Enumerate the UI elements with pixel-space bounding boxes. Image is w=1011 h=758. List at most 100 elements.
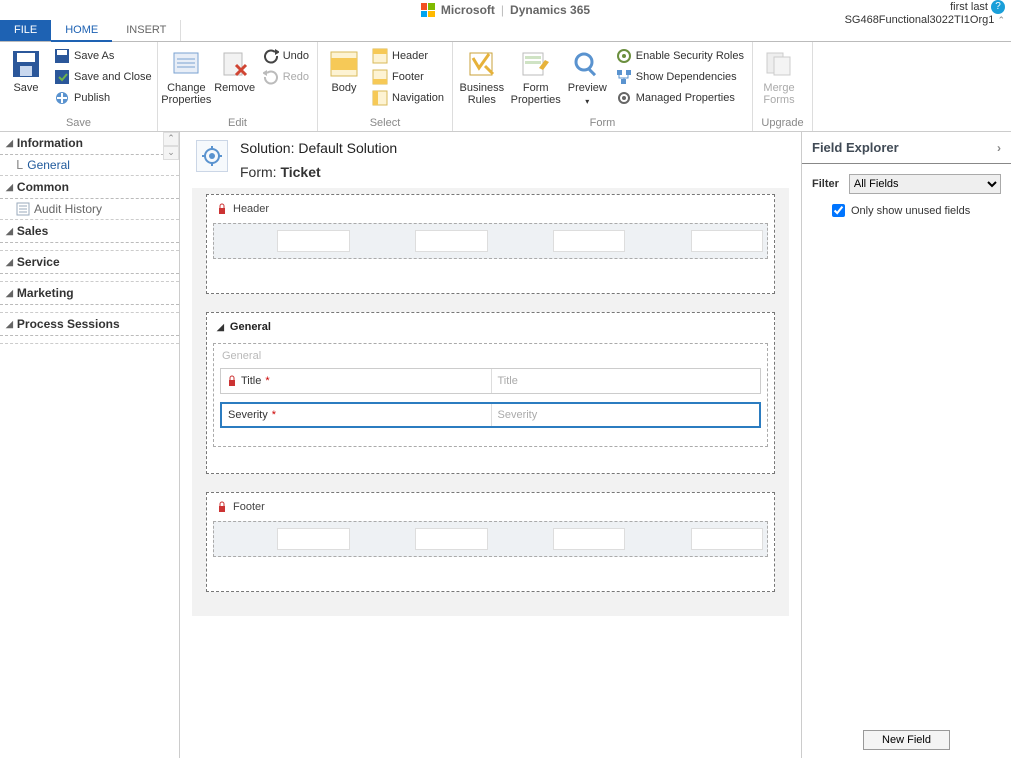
lock-icon xyxy=(217,203,227,215)
group-label-save: Save xyxy=(6,117,151,131)
tab-insert[interactable]: INSERT xyxy=(112,20,181,41)
form-footer-section[interactable]: Footer xyxy=(206,492,775,592)
form-properties-icon xyxy=(520,48,552,80)
scroll-down-icon[interactable]: ⌄ xyxy=(163,146,179,160)
publish-icon xyxy=(54,90,70,106)
org-name: SG468Functional3022TI1Org1 xyxy=(845,14,995,26)
save-close-icon xyxy=(54,69,70,85)
audit-icon xyxy=(16,202,30,216)
unused-fields-label: Only show unused fields xyxy=(851,205,970,217)
security-icon xyxy=(616,48,632,64)
solution-name: Default Solution xyxy=(298,140,397,156)
required-icon: * xyxy=(272,409,276,421)
tab-file[interactable]: FILE xyxy=(0,20,51,41)
publish-button[interactable]: Publish xyxy=(52,88,154,108)
form-canvas: Solution: Default Solution Form: Ticket … xyxy=(180,132,801,758)
header-icon xyxy=(372,48,388,64)
microsoft-logo-icon xyxy=(421,3,435,17)
remove-button[interactable]: Remove xyxy=(215,46,255,96)
nav-section-process-sessions[interactable]: ◢Process Sessions xyxy=(0,313,179,336)
brand-product: Dynamics 365 xyxy=(510,3,590,17)
field-title[interactable]: Title* Title xyxy=(220,368,761,394)
subsection-label: General xyxy=(220,348,761,368)
undo-button[interactable]: Undo xyxy=(261,46,311,66)
enable-security-roles-button[interactable]: Enable Security Roles xyxy=(614,46,746,66)
gear-icon xyxy=(616,90,632,106)
preview-icon xyxy=(571,48,603,80)
form-label: Form: xyxy=(240,164,277,180)
filter-label: Filter xyxy=(812,178,839,190)
header-button[interactable]: Header xyxy=(370,46,446,66)
save-icon xyxy=(10,48,42,80)
collapse-icon: ◢ xyxy=(6,182,13,193)
collapse-icon: ◢ xyxy=(6,319,13,330)
collapse-icon: ◢ xyxy=(6,138,13,149)
remove-icon xyxy=(219,48,251,80)
nav-section-marketing[interactable]: ◢Marketing xyxy=(0,282,179,305)
preview-button[interactable]: Preview▾ xyxy=(567,46,608,110)
nav-section-information[interactable]: ◢Information xyxy=(0,132,179,155)
user-name: first last xyxy=(950,1,988,13)
group-label-upgrade: Upgrade xyxy=(759,117,806,131)
unused-fields-checkbox[interactable] xyxy=(832,204,845,217)
merge-forms-button[interactable]: Merge Forms xyxy=(759,46,799,108)
save-and-close-button[interactable]: Save and Close xyxy=(52,67,154,87)
group-label-select: Select xyxy=(324,117,446,131)
nav-item-audit-history[interactable]: Audit History xyxy=(0,199,179,220)
solution-label: Solution: xyxy=(240,140,294,156)
managed-properties-button[interactable]: Managed Properties xyxy=(614,88,746,108)
redo-icon xyxy=(263,69,279,85)
change-properties-button[interactable]: Change Properties xyxy=(164,46,209,108)
collapse-icon: ◢ xyxy=(6,288,13,299)
show-dependencies-button[interactable]: Show Dependencies xyxy=(614,67,746,87)
dropdown-icon: ▾ xyxy=(585,96,589,108)
undo-icon xyxy=(263,48,279,64)
title-input[interactable]: Title xyxy=(491,369,761,393)
ribbon: Save Save As Save and Close Publish Save… xyxy=(0,42,1011,132)
help-icon[interactable]: ? xyxy=(991,0,1005,14)
title-bar: Microsoft | Dynamics 365 first last? SG4… xyxy=(0,0,1011,20)
filter-select[interactable]: All Fields xyxy=(849,174,1001,194)
workspace: ⌃⌄ ◢Information LGeneral ◢Common Audit H… xyxy=(0,132,1011,758)
navigation-button[interactable]: Navigation xyxy=(370,88,446,108)
form-header-section[interactable]: Header xyxy=(206,194,775,294)
save-as-button[interactable]: Save As xyxy=(52,46,154,66)
form-gear-icon xyxy=(196,140,228,172)
field-explorer-title: Field Explorer xyxy=(812,140,899,155)
org-chevron-icon[interactable]: ⌃ xyxy=(997,15,1005,25)
group-label-edit: Edit xyxy=(164,117,311,131)
lock-icon xyxy=(227,375,237,387)
collapse-icon: ◢ xyxy=(6,226,13,237)
collapse-icon: ◢ xyxy=(6,257,13,268)
form-name: Ticket xyxy=(280,164,320,180)
body-button[interactable]: Body xyxy=(324,46,364,96)
nav-section-common[interactable]: ◢Common xyxy=(0,176,179,199)
collapse-icon: ◢ xyxy=(217,322,224,333)
tab-home[interactable]: HOME xyxy=(51,20,112,42)
header-field-grid[interactable] xyxy=(213,223,768,259)
footer-button[interactable]: Footer xyxy=(370,67,446,87)
lock-icon xyxy=(217,501,227,513)
navigation-icon xyxy=(372,90,388,106)
merge-icon xyxy=(763,48,795,80)
nav-section-service[interactable]: ◢Service xyxy=(0,251,179,274)
nav-item-general[interactable]: LGeneral xyxy=(0,155,179,176)
left-nav: ⌃⌄ ◢Information LGeneral ◢Common Audit H… xyxy=(0,132,180,758)
chevron-right-icon[interactable]: › xyxy=(997,141,1001,155)
form-general-section[interactable]: ◢General General Title* Title Severity* … xyxy=(206,312,775,474)
field-explorer: Field Explorer › Filter All Fields Only s… xyxy=(801,132,1011,758)
redo-button[interactable]: Redo xyxy=(261,67,311,87)
severity-input[interactable]: Severity xyxy=(491,404,760,426)
new-field-button[interactable]: New Field xyxy=(863,730,950,750)
form-properties-button[interactable]: Form Properties xyxy=(511,46,561,108)
business-rules-button[interactable]: Business Rules xyxy=(459,46,505,108)
brand-company: Microsoft xyxy=(441,3,495,17)
save-as-icon xyxy=(54,48,70,64)
scroll-up-icon[interactable]: ⌃ xyxy=(163,132,179,146)
required-icon: * xyxy=(265,375,269,387)
group-label-form: Form xyxy=(459,117,746,131)
save-button[interactable]: Save xyxy=(6,46,46,96)
field-severity[interactable]: Severity* Severity xyxy=(220,402,761,428)
footer-field-grid[interactable] xyxy=(213,521,768,557)
nav-section-sales[interactable]: ◢Sales xyxy=(0,220,179,243)
